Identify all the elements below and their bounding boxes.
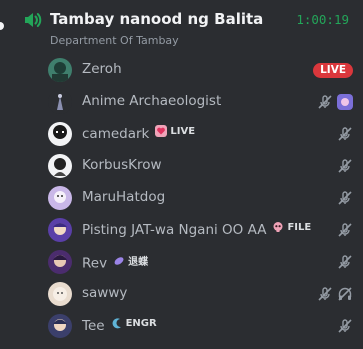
user-status-icons: [337, 318, 353, 334]
username: Pisting JAT-wa Ngani OO AA FILE: [82, 221, 312, 239]
username: KorbusKrow: [82, 157, 162, 173]
voice-user[interactable]: Rev 退蝶: [46, 246, 357, 278]
call-duration-timer: 1:00:19: [296, 12, 349, 27]
avatar: [48, 90, 72, 114]
moon-icon: [112, 318, 121, 329]
mic-muted-icon: [338, 223, 352, 237]
avatar: [48, 250, 72, 274]
mic-muted-icon: [338, 159, 352, 173]
avatar: [48, 314, 72, 338]
mic-muted-icon: [338, 191, 352, 205]
avatar: [48, 154, 72, 178]
user-status-icons: [337, 190, 353, 206]
live-badge[interactable]: LIVE: [313, 63, 353, 78]
voice-user[interactable]: Anime Archaeologist: [46, 86, 357, 118]
mic-muted-icon: [338, 255, 352, 269]
feather-icon: [114, 256, 124, 265]
heart-icon: [155, 125, 168, 137]
user-status-icons: [337, 222, 353, 238]
user-status-icons: [337, 254, 353, 270]
user-tag: ENGR: [111, 317, 157, 329]
user-tag: LIVE: [155, 125, 195, 137]
voice-user[interactable]: Tee ENGR: [46, 310, 357, 342]
avatar: [48, 122, 72, 146]
mic-muted-icon: [338, 319, 352, 333]
mic-muted-icon: [318, 95, 332, 109]
voice-user[interactable]: Pisting JAT-wa Ngani OO AA FILE: [46, 214, 357, 246]
skull-icon: [273, 222, 283, 232]
username: Tee ENGR: [82, 317, 157, 335]
user-status-icons: [337, 158, 353, 174]
user-status-icons: [317, 94, 353, 110]
channel-unread-indicator: [0, 22, 4, 30]
activity-icon: [337, 94, 353, 110]
voice-channel-header[interactable]: Tambay nanood ng Balita 1:00:19 Departme…: [22, 8, 352, 52]
voice-user[interactable]: MaruHatdog: [46, 182, 357, 214]
mic-muted-icon: [338, 127, 352, 141]
username: Anime Archaeologist: [82, 93, 222, 109]
avatar: [48, 282, 72, 306]
avatar: [48, 186, 72, 210]
user-tag: FILE: [272, 221, 311, 233]
voice-user[interactable]: KorbusKrow: [46, 150, 357, 182]
username: Rev 退蝶: [82, 253, 148, 272]
avatar: [48, 58, 72, 82]
channel-name: Tambay nanood ng Balita: [50, 10, 264, 28]
username: sawwy: [82, 285, 128, 301]
voice-user[interactable]: camedark LIVE: [46, 118, 357, 150]
voice-user[interactable]: sawwy: [46, 278, 357, 310]
voice-user[interactable]: Zeroh LIVE: [46, 54, 357, 86]
channel-status: Department Of Tambay: [50, 34, 179, 47]
username: camedark LIVE: [82, 125, 196, 142]
headphones-muted-icon: [338, 287, 352, 301]
user-tag: 退蝶: [113, 253, 148, 268]
user-status-icons: [317, 286, 353, 302]
speaker-icon: [25, 13, 42, 27]
username: MaruHatdog: [82, 189, 166, 205]
mic-muted-icon: [318, 287, 332, 301]
user-status-icons: [337, 126, 353, 142]
avatar: [48, 218, 72, 242]
voice-user-list: Zeroh LIVE Anime Archaeologist camedark L…: [46, 54, 357, 342]
username: Zeroh: [82, 61, 122, 77]
